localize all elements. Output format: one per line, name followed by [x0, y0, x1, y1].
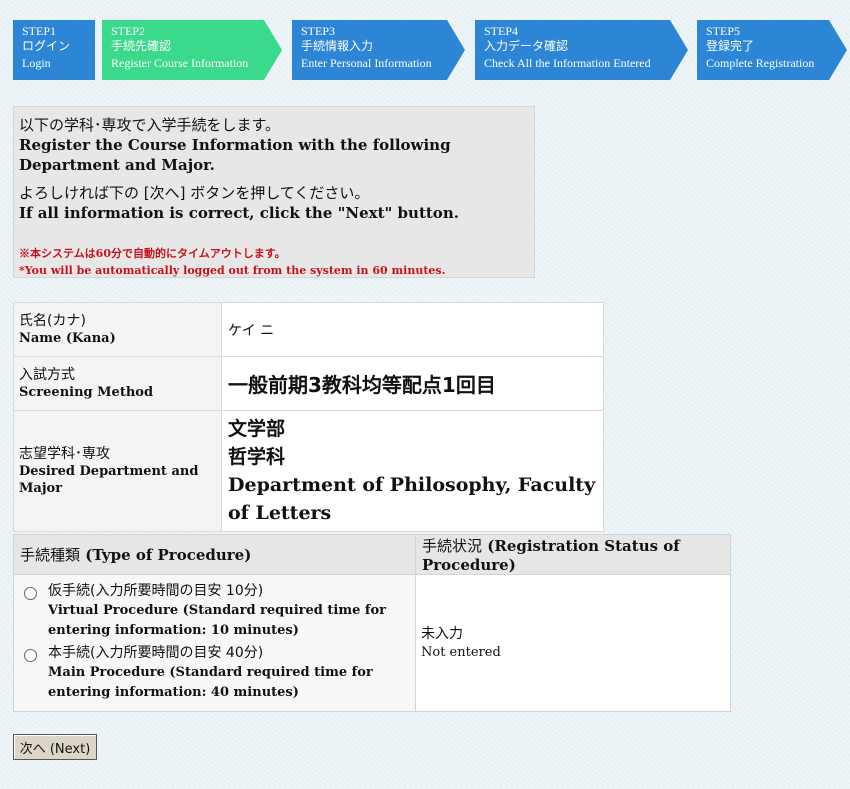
procedure-status-header: 手続状況 (Registration Status of Procedure)	[415, 534, 731, 575]
name-value: ケイ ニ	[228, 322, 275, 339]
step-1-title-en: Login	[22, 56, 51, 70]
step-2-title-ja: 手続先確認	[111, 39, 172, 53]
department-name-en: Department of Philosophy, Faculty of Let…	[228, 474, 596, 524]
instruction-line2-en: If all information is correct, click the…	[19, 204, 459, 222]
step-4-check-info: STEP4 入力データ確認 Check All the Information …	[475, 20, 688, 80]
department-label-en: Desired Department and Major	[19, 464, 199, 496]
step-5-title-en: Complete Registration	[706, 56, 815, 70]
step-4-title-en: Check All the Information Entered	[484, 56, 651, 70]
virtual-procedure-radio[interactable]	[24, 587, 37, 600]
step-5-complete: STEP5 登録完了 Complete Registration	[697, 20, 847, 80]
step-1-title-ja: ログイン	[22, 39, 71, 53]
faculty-name: 文学部	[228, 418, 286, 440]
name-row: 氏名(カナ) Name (Kana) ケイ ニ	[13, 302, 604, 357]
main-procedure-label-ja: 本手続(入力所要時間の目安 40分)	[48, 645, 264, 661]
timeout-warning-en: *You will be automatically logged out fr…	[19, 264, 446, 277]
department-name: 哲学科	[228, 446, 286, 468]
instruction-line1-ja: 以下の学科･専攻で入学手続をします。	[19, 116, 281, 134]
instruction-box: 以下の学科･専攻で入学手続をします。 Register the Course I…	[13, 106, 535, 278]
name-label: 氏名(カナ) Name (Kana)	[13, 302, 222, 357]
step-1-number: STEP1	[22, 24, 57, 38]
main-procedure-label-en: Main Procedure (Standard required time f…	[48, 665, 373, 700]
procedure-header-row: 手続種類 (Type of Procedure) 手続状況 (Registrat…	[13, 534, 731, 575]
step-3-title-en: Enter Personal Information	[301, 56, 432, 70]
name-value-cell: ケイ ニ	[221, 302, 604, 357]
screening-method-label: 入試方式 Screening Method	[13, 356, 222, 411]
step-5-number: STEP5	[706, 24, 741, 38]
instruction-line2-ja: よろしければ下の [次へ] ボタンを押してください。	[19, 184, 370, 202]
procedure-status-header-ja: 手続状況	[422, 537, 483, 555]
step-3-enter-personal: STEP3 手続情報入力 Enter Personal Information	[292, 20, 465, 80]
step-3-number: STEP3	[301, 24, 336, 38]
step-1-login: STEP1 ログイン Login	[13, 20, 95, 80]
department-row: 志望学科･専攻 Desired Department and Major 文学部…	[13, 410, 604, 532]
timeout-warning-ja: ※本システムは60分で自動的にタイムアウトします。	[19, 247, 286, 260]
screening-method-value: 一般前期3教科均等配点1回目	[228, 373, 496, 397]
procedure-type-header: 手続種類 (Type of Procedure)	[13, 534, 416, 575]
department-label: 志望学科･専攻 Desired Department and Major	[13, 410, 222, 532]
department-label-ja: 志望学科･専攻	[19, 446, 110, 462]
procedure-status-en: Not entered	[421, 645, 501, 660]
applicant-info-table: 氏名(カナ) Name (Kana) ケイ ニ 入試方式 Screening M…	[13, 302, 604, 532]
procedure-type-header-en: (Type of Procedure)	[85, 546, 252, 564]
screening-method-value-cell: 一般前期3教科均等配点1回目	[221, 356, 604, 411]
department-value-cell: 文学部 哲学科 Department of Philosophy, Facult…	[221, 410, 604, 532]
name-label-ja: 氏名(カナ)	[19, 313, 86, 329]
step-4-number: STEP4	[484, 24, 519, 38]
procedure-row: 仮手続(入力所要時間の目安 10分) Virtual Procedure (St…	[13, 574, 731, 712]
screening-method-label-en: Screening Method	[19, 385, 154, 400]
name-label-en: Name (Kana)	[19, 331, 116, 346]
virtual-procedure-label-en: Virtual Procedure (Standard required tim…	[48, 603, 386, 638]
step-2-title-en: Register Course Information	[111, 56, 249, 70]
screening-method-row: 入試方式 Screening Method 一般前期3教科均等配点1回目	[13, 356, 604, 411]
main-procedure-option[interactable]: 本手続(入力所要時間の目安 40分) Main Procedure (Stand…	[18, 643, 411, 703]
main-procedure-radio[interactable]	[24, 649, 37, 662]
step-2-number: STEP2	[111, 24, 146, 38]
step-3-title-ja: 手続情報入力	[301, 39, 374, 53]
virtual-procedure-option[interactable]: 仮手続(入力所要時間の目安 10分) Virtual Procedure (St…	[18, 581, 411, 641]
procedure-table: 手続種類 (Type of Procedure) 手続状況 (Registrat…	[13, 534, 731, 712]
screening-method-label-ja: 入試方式	[19, 367, 75, 383]
virtual-procedure-label-ja: 仮手続(入力所要時間の目安 10分)	[48, 583, 264, 599]
next-button[interactable]: 次へ (Next)	[13, 734, 97, 760]
procedure-options: 仮手続(入力所要時間の目安 10分) Virtual Procedure (St…	[13, 574, 416, 712]
procedure-status-cell: 未入力 Not entered	[415, 574, 731, 712]
procedure-status-ja: 未入力	[421, 626, 463, 642]
step-5-title-ja: 登録完了	[706, 39, 755, 53]
step-4-title-ja: 入力データ確認	[484, 39, 569, 53]
instruction-line1-en: Register the Course Information with the…	[19, 136, 451, 174]
step-2-register-course: STEP2 手続先確認 Register Course Information	[102, 20, 282, 80]
progress-steps: STEP1 ログイン Login STEP2 手続先確認 Register Co…	[0, 0, 850, 90]
procedure-type-header-ja: 手続種類	[20, 546, 81, 564]
